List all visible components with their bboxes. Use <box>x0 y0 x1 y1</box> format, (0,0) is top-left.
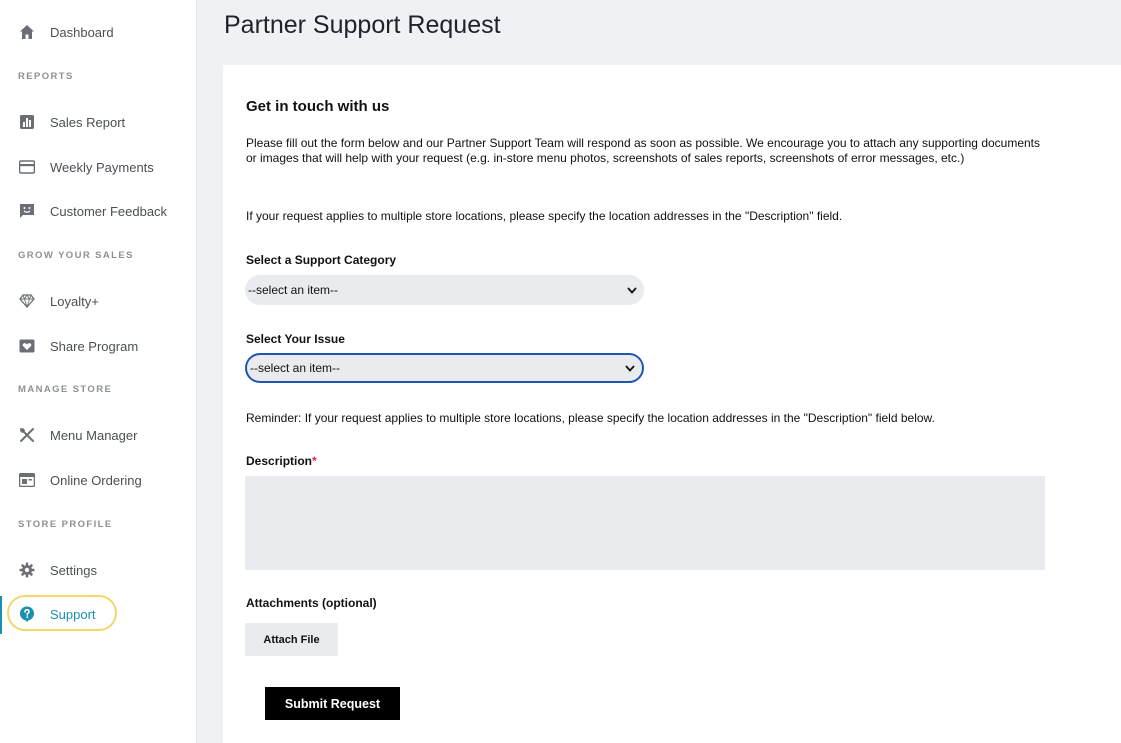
sidebar-item-share-program[interactable]: Share Program <box>0 328 197 364</box>
issue-label: Select Your Issue <box>246 332 345 346</box>
description-textarea[interactable] <box>245 476 1045 570</box>
description-label: Description* <box>246 454 317 468</box>
sidebar: Dashboard REPORTS Sales Report Weekly Pa… <box>0 0 197 743</box>
required-mark: * <box>312 454 317 468</box>
attachments-label: Attachments (optional) <box>246 596 377 610</box>
chevron-down-icon <box>624 362 636 374</box>
sidebar-item-online-ordering[interactable]: Online Ordering <box>0 462 197 498</box>
credit-card-icon <box>18 158 36 176</box>
sidebar-item-label: Sales Report <box>50 114 126 130</box>
help-icon <box>18 605 36 623</box>
page-title: Partner Support Request <box>224 11 501 39</box>
sidebar-item-label: Menu Manager <box>50 427 138 443</box>
feedback-icon <box>18 202 36 220</box>
sidebar-item-label: Support <box>50 606 96 622</box>
home-icon <box>18 23 36 41</box>
chevron-down-icon <box>626 284 638 296</box>
sidebar-item-loyalty[interactable]: Loyalty+ <box>0 283 197 319</box>
gear-icon <box>18 561 36 579</box>
select-value: --select an item-- <box>248 283 339 297</box>
form-heading: Get in touch with us <box>246 98 390 115</box>
sidebar-item-label: Weekly Payments <box>50 159 154 175</box>
multi-location-note: If your request applies to multiple stor… <box>246 209 843 223</box>
sidebar-item-menu-manager[interactable]: Menu Manager <box>0 417 197 453</box>
support-category-select[interactable]: --select an item-- <box>245 275 644 305</box>
sidebar-item-label: Dashboard <box>50 24 114 40</box>
intro-text: Please fill out the form below and our P… <box>246 136 1041 165</box>
sidebar-item-sales-report[interactable]: Sales Report <box>0 104 197 140</box>
browser-window-icon <box>18 471 36 489</box>
section-label-grow: GROW YOUR SALES <box>18 250 134 261</box>
submit-request-button[interactable]: Submit Request <box>265 687 400 720</box>
sidebar-item-dashboard[interactable]: Dashboard <box>0 14 197 50</box>
sidebar-item-label: Loyalty+ <box>50 293 99 309</box>
bar-chart-icon <box>18 113 36 131</box>
support-form-panel: Get in touch with us Please fill out the… <box>223 65 1121 743</box>
sidebar-item-label: Customer Feedback <box>50 203 168 219</box>
section-label-reports: REPORTS <box>18 71 74 82</box>
section-label-profile: STORE PROFILE <box>18 519 113 530</box>
sidebar-item-support[interactable]: Support <box>0 596 197 632</box>
reminder-text: Reminder: If your request applies to mul… <box>246 411 935 425</box>
sidebar-item-label: Settings <box>50 562 97 578</box>
heart-envelope-icon <box>18 337 36 355</box>
category-label: Select a Support Category <box>246 253 397 267</box>
select-value: --select an item-- <box>250 361 341 375</box>
section-label-manage: MANAGE STORE <box>18 384 113 395</box>
diamond-icon <box>18 292 36 310</box>
sidebar-item-label: Share Program <box>50 338 139 354</box>
sidebar-item-weekly-payments[interactable]: Weekly Payments <box>0 149 197 185</box>
issue-select[interactable]: --select an item-- <box>245 353 644 383</box>
sidebar-item-customer-feedback[interactable]: Customer Feedback <box>0 193 197 229</box>
attach-file-button[interactable]: Attach File <box>245 623 338 656</box>
description-label-text: Description <box>246 454 313 468</box>
sidebar-item-settings[interactable]: Settings <box>0 552 197 588</box>
sidebar-item-label: Online Ordering <box>50 472 142 488</box>
utensils-icon <box>18 426 36 444</box>
